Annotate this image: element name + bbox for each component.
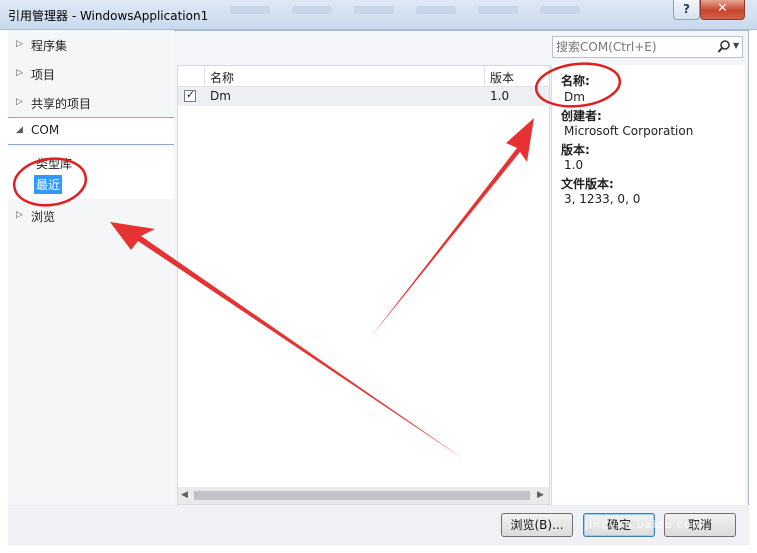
scroll-left-icon[interactable]: ◀	[181, 490, 188, 500]
reference-checkbox[interactable]: ✓	[184, 88, 196, 102]
help-icon: ?	[683, 2, 690, 16]
background-window-strip	[230, 3, 650, 14]
window-title: 引用管理器 - WindowsApplication1	[8, 9, 209, 23]
column-separator[interactable]	[484, 66, 485, 87]
detail-name-value: Dm	[564, 90, 585, 104]
detail-creator-value: Microsoft Corporation	[564, 124, 694, 138]
close-button[interactable]: ✕	[700, 0, 745, 20]
browse-button[interactable]: 浏览(B)...	[501, 513, 573, 537]
detail-file-version-label: 文件版本:	[561, 177, 614, 191]
details-pane: 名称: Dm 创建者: Microsoft Corporation 版本: 1.…	[551, 65, 745, 505]
help-button[interactable]: ?	[673, 0, 700, 20]
expand-arrow-icon: ▷	[16, 210, 23, 220]
search-box: ▼	[552, 36, 743, 58]
nav-item-label: 程序集	[31, 39, 68, 53]
nav-subitem-type-libraries[interactable]: 类型库	[34, 154, 74, 173]
nav-item-label: COM	[31, 123, 60, 137]
nav-item-browse[interactable]: ▷ 浏览	[8, 203, 174, 231]
column-header-version[interactable]: 版本	[490, 69, 514, 86]
check-icon: ✓	[186, 88, 196, 101]
detail-version-label: 版本:	[561, 143, 590, 157]
scrollbar-thumb[interactable]	[194, 491, 530, 500]
scroll-right-icon[interactable]: ▶	[537, 490, 544, 500]
nav-item-label: 项目	[31, 68, 56, 82]
magnifier-icon[interactable]	[717, 39, 731, 55]
detail-name-label: 名称:	[561, 74, 590, 88]
table-row[interactable]: ✓ Dm 1.0	[178, 87, 549, 106]
cancel-button[interactable]: 取消	[664, 513, 736, 537]
nav-item-shared-projects[interactable]: ▷ 共享的项目	[8, 90, 174, 118]
detail-file-version-value: 3, 1233, 0, 0	[564, 192, 641, 206]
horizontal-scrollbar[interactable]: ◀ ▶	[178, 487, 549, 504]
chevron-down-icon[interactable]: ▼	[733, 41, 739, 50]
expand-arrow-icon: ▷	[16, 68, 23, 78]
list-header: 名称 版本	[178, 66, 549, 87]
detail-creator-label: 创建者:	[561, 109, 602, 123]
nav-item-label: 浏览	[31, 210, 56, 224]
column-separator[interactable]	[204, 66, 205, 87]
detail-version-value: 1.0	[564, 158, 584, 172]
column-header-name[interactable]: 名称	[210, 69, 234, 86]
nav-item-label: 共享的项目	[31, 97, 92, 111]
nav-item-com[interactable]: ◢ COM	[8, 117, 174, 145]
collapse-arrow-icon: ◢	[16, 125, 23, 135]
com-subitems: 类型库 最近	[8, 147, 174, 199]
reference-category-nav: ▷ 程序集 ▷ 项目 ▷ 共享的项目 ◢ COM 类型库 最近 ▷ 浏览	[8, 30, 174, 508]
row-name: Dm	[210, 89, 231, 103]
nav-item-projects[interactable]: ▷ 项目	[8, 61, 174, 89]
title-bar: 引用管理器 - WindowsApplication1 ? ✕	[0, 0, 757, 30]
close-icon: ✕	[717, 1, 728, 16]
nav-item-assemblies[interactable]: ▷ 程序集	[8, 32, 174, 60]
ok-button[interactable]: 确定	[583, 513, 655, 537]
nav-subitem-recent[interactable]: 最近	[34, 175, 63, 194]
row-version: 1.0	[490, 89, 510, 103]
search-input[interactable]	[556, 39, 711, 55]
component-list: 名称 版本 ✓ Dm 1.0 ◀ ▶	[177, 65, 550, 505]
expand-arrow-icon: ▷	[16, 39, 23, 49]
expand-arrow-icon: ▷	[16, 97, 23, 107]
